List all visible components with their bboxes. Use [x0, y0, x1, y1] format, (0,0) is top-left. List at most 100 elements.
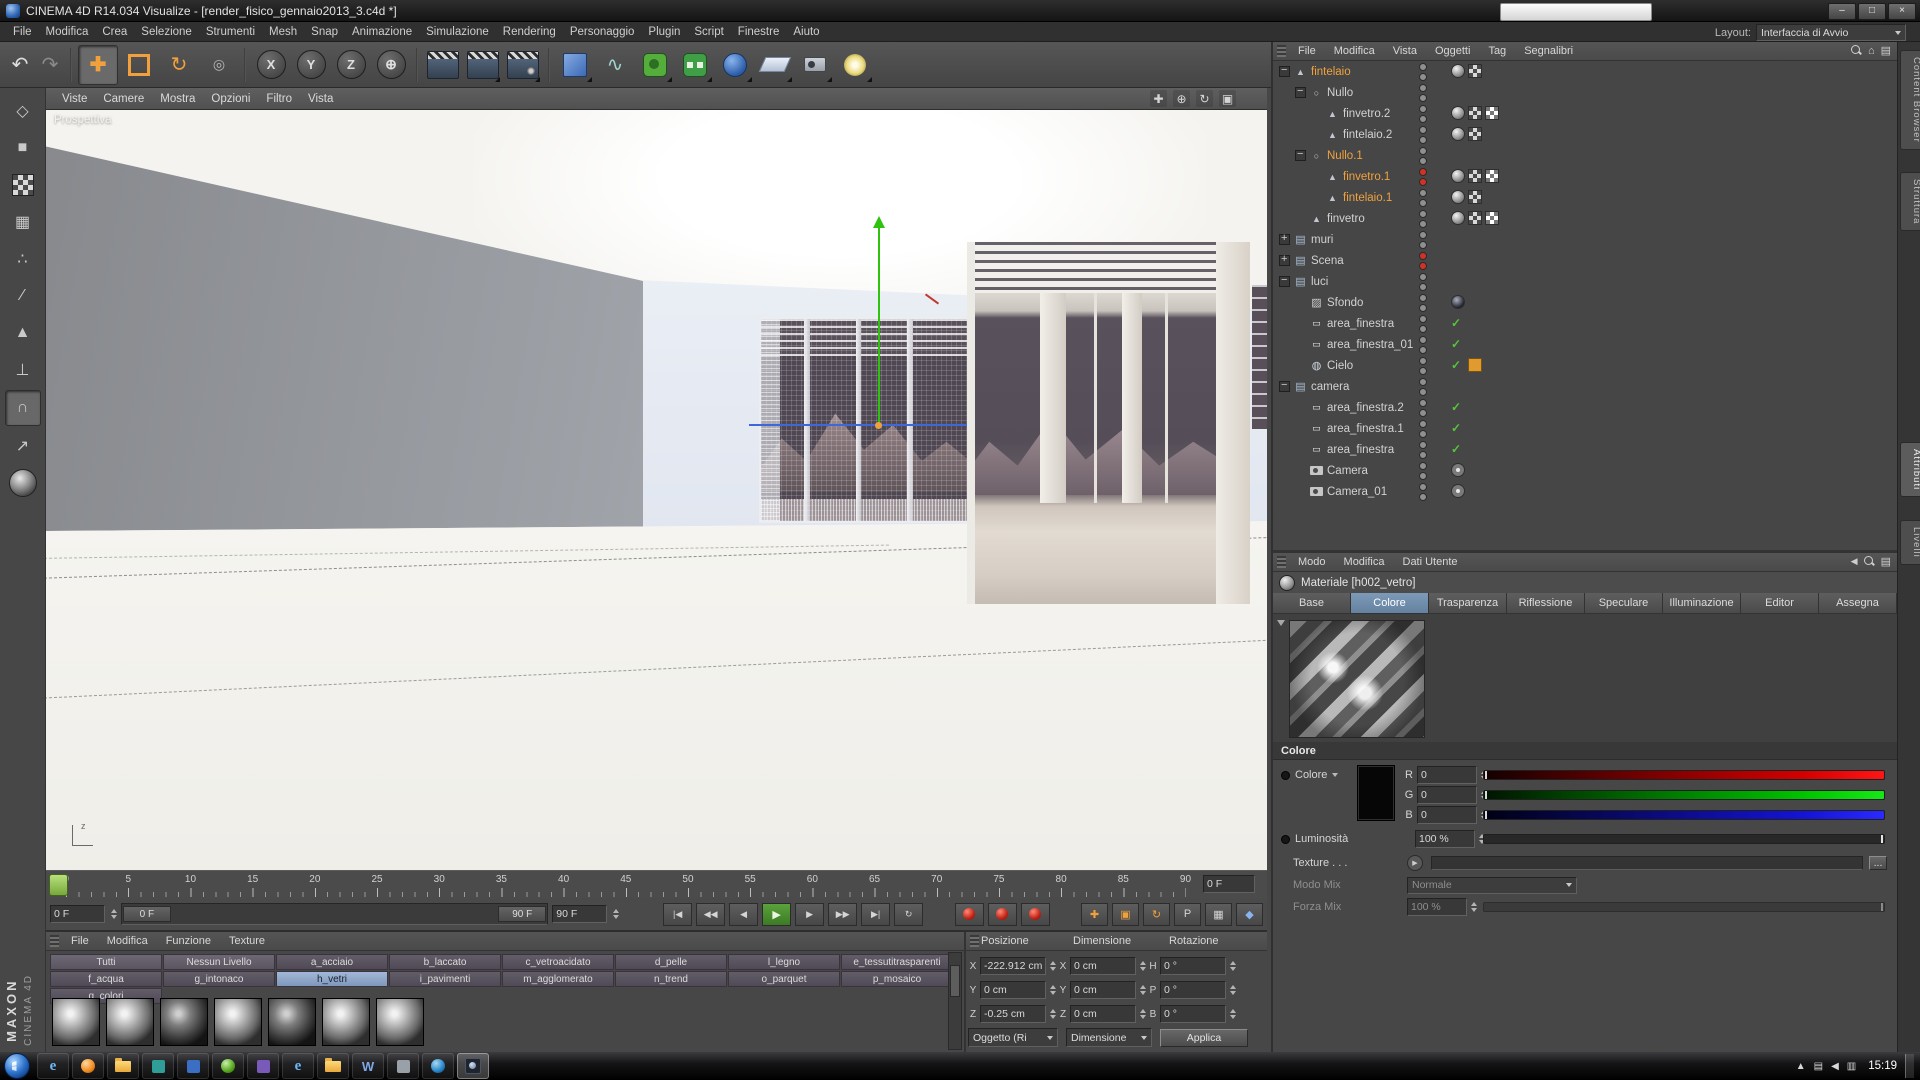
stepper[interactable]	[1050, 1009, 1056, 1019]
tab-colore[interactable]: Colore	[1351, 593, 1429, 614]
texture-browse-button[interactable]: ...	[1869, 856, 1887, 870]
show-desktop-button[interactable]	[1905, 1054, 1914, 1078]
material-thumbnail[interactable]	[160, 998, 208, 1046]
compositing-check-icon[interactable]	[1451, 316, 1465, 330]
browser-e-icon[interactable]: e	[37, 1053, 69, 1079]
axis-mode-icon[interactable]: ⊥	[6, 353, 40, 387]
visibility-dots[interactable]	[1419, 399, 1427, 419]
object-menu-item[interactable]: File	[1290, 45, 1324, 57]
tree-row[interactable]: area_finestra.2	[1273, 397, 1897, 418]
attribute-menu-item[interactable]: Modo	[1290, 556, 1334, 568]
material-menu-item[interactable]: Texture	[221, 935, 273, 947]
compositing-check-icon[interactable]	[1451, 400, 1465, 414]
search-icon[interactable]	[1851, 45, 1862, 56]
key-position-icon[interactable]: ✚	[1081, 903, 1108, 926]
clock[interactable]: 15:19	[1868, 1060, 1897, 1072]
max-frame-stepper[interactable]	[613, 909, 619, 919]
goto-start-button[interactable]: |◀	[663, 903, 692, 926]
y-axis-handle[interactable]	[878, 227, 880, 425]
deformer-icon[interactable]	[716, 46, 754, 84]
tree-row[interactable]: Camera_01	[1273, 481, 1897, 502]
current-frame-marker[interactable]	[49, 874, 68, 896]
visibility-dots[interactable]	[1419, 168, 1427, 188]
workplane-mode-icon[interactable]: ▦	[6, 205, 40, 239]
c4d-taskbar-icon[interactable]	[457, 1053, 489, 1079]
texture-tag-icon[interactable]	[1468, 211, 1482, 225]
preview-collapse-icon[interactable]	[1277, 620, 1285, 626]
object-label[interactable]: Sfondo	[1327, 297, 1363, 309]
menu-item[interactable]: Selezione	[134, 26, 199, 38]
pos-y-field[interactable]: 0 cm	[980, 981, 1046, 999]
expander-icon[interactable]	[1279, 234, 1290, 245]
max-frame-spinner[interactable]: 90 F	[552, 905, 607, 923]
tree-row[interactable]: muri	[1273, 229, 1897, 250]
object-label[interactable]: finvetro.2	[1343, 108, 1390, 120]
stepper[interactable]	[1140, 985, 1146, 995]
render-settings-icon[interactable]	[504, 46, 542, 84]
model-mode-icon[interactable]: ■	[6, 131, 40, 165]
tab-attributi[interactable]: Attributi	[1900, 442, 1920, 497]
object-label[interactable]: finvetro.1	[1343, 171, 1390, 183]
panel-list-icon[interactable]: ▤	[1881, 555, 1891, 568]
expander-icon[interactable]	[1279, 381, 1290, 392]
stepper[interactable]	[1140, 1009, 1146, 1019]
visibility-dots[interactable]	[1419, 462, 1427, 482]
attribute-menu-item[interactable]: Modifica	[1336, 556, 1393, 568]
object-label[interactable]: finvetro	[1327, 213, 1365, 225]
last-tool-icon[interactable]: ◎	[200, 46, 238, 84]
layer-button-b-laccato[interactable]: b_laccato	[389, 954, 501, 970]
size-z-field[interactable]: 0 cm	[1070, 1005, 1136, 1023]
phong-tag-icon[interactable]	[1451, 211, 1465, 225]
layer-button-o-parquet[interactable]: o_parquet	[728, 971, 840, 987]
stepper[interactable]	[1230, 985, 1236, 995]
object-label[interactable]: Nullo.1	[1327, 150, 1363, 162]
frame-field[interactable]: 0 F	[1203, 875, 1255, 893]
timeline-ruler[interactable]: 051015202530354045505560657075808590 0 F	[46, 870, 1267, 900]
layer-button-e-tessutitrasparenti[interactable]: e_tessutitrasparenti	[841, 954, 953, 970]
menu-item[interactable]: Snap	[304, 26, 345, 38]
visibility-dots[interactable]	[1419, 210, 1427, 230]
light-object-icon[interactable]	[836, 46, 874, 84]
object-label[interactable]: Scena	[1311, 255, 1344, 267]
next-key-button[interactable]: ▶▶	[828, 903, 857, 926]
tree-row[interactable]: Nullo	[1273, 82, 1897, 103]
compositing-check-icon[interactable]	[1451, 358, 1465, 372]
lock-x-axis-icon[interactable]: X	[257, 50, 286, 79]
rot-b-field[interactable]: 0 °	[1160, 1005, 1226, 1023]
material-thumbnail[interactable]	[376, 998, 424, 1046]
viewport-menu-item[interactable]: Vista	[300, 93, 341, 105]
pos-z-field[interactable]: -0.25 cm	[980, 1005, 1046, 1023]
visibility-dots[interactable]	[1419, 126, 1427, 146]
menu-item[interactable]: Mesh	[262, 26, 304, 38]
tab-livelli[interactable]: Livelli	[1900, 520, 1920, 565]
panel-grip-icon[interactable]	[50, 935, 59, 947]
stepper[interactable]	[1050, 985, 1056, 995]
expander-icon[interactable]	[1295, 150, 1306, 161]
loop-button[interactable]: ↻	[894, 903, 923, 926]
tab-riflessione[interactable]: Riflessione	[1507, 593, 1585, 614]
object-menu-item[interactable]: Tag	[1480, 45, 1514, 57]
render-to-picture-viewer-icon[interactable]	[464, 46, 502, 84]
object-label[interactable]: Nullo	[1327, 87, 1353, 99]
visibility-dots[interactable]	[1419, 420, 1427, 440]
current-frame-spinner[interactable]: 0 F	[50, 905, 105, 923]
material-thumbnail[interactable]	[214, 998, 262, 1046]
pos-x-field[interactable]: -222.912 cm	[980, 957, 1046, 975]
material-menu-item[interactable]: Funzione	[158, 935, 219, 947]
r-slider[interactable]	[1483, 770, 1885, 780]
visibility-dots[interactable]	[1419, 336, 1427, 356]
goto-end-button[interactable]: ▶|	[861, 903, 890, 926]
stepper[interactable]	[1230, 961, 1236, 971]
texture-tag-icon[interactable]	[1468, 106, 1482, 120]
object-menu-item[interactable]: Segnalibri	[1516, 45, 1581, 57]
tree-row[interactable]: area_finestra.1	[1273, 418, 1897, 439]
tree-row[interactable]: area_finestra	[1273, 439, 1897, 460]
layer-button-n-trend[interactable]: n_trend	[615, 971, 727, 987]
render-view-icon[interactable]	[424, 46, 462, 84]
object-menu-item[interactable]: Oggetti	[1427, 45, 1478, 57]
object-label[interactable]: area_finestra	[1327, 444, 1394, 456]
apply-button[interactable]: Applica	[1160, 1029, 1248, 1047]
minimize-button[interactable]: –	[1828, 3, 1856, 20]
tab-editor[interactable]: Editor	[1741, 593, 1819, 614]
r-field[interactable]: 0	[1417, 766, 1477, 784]
